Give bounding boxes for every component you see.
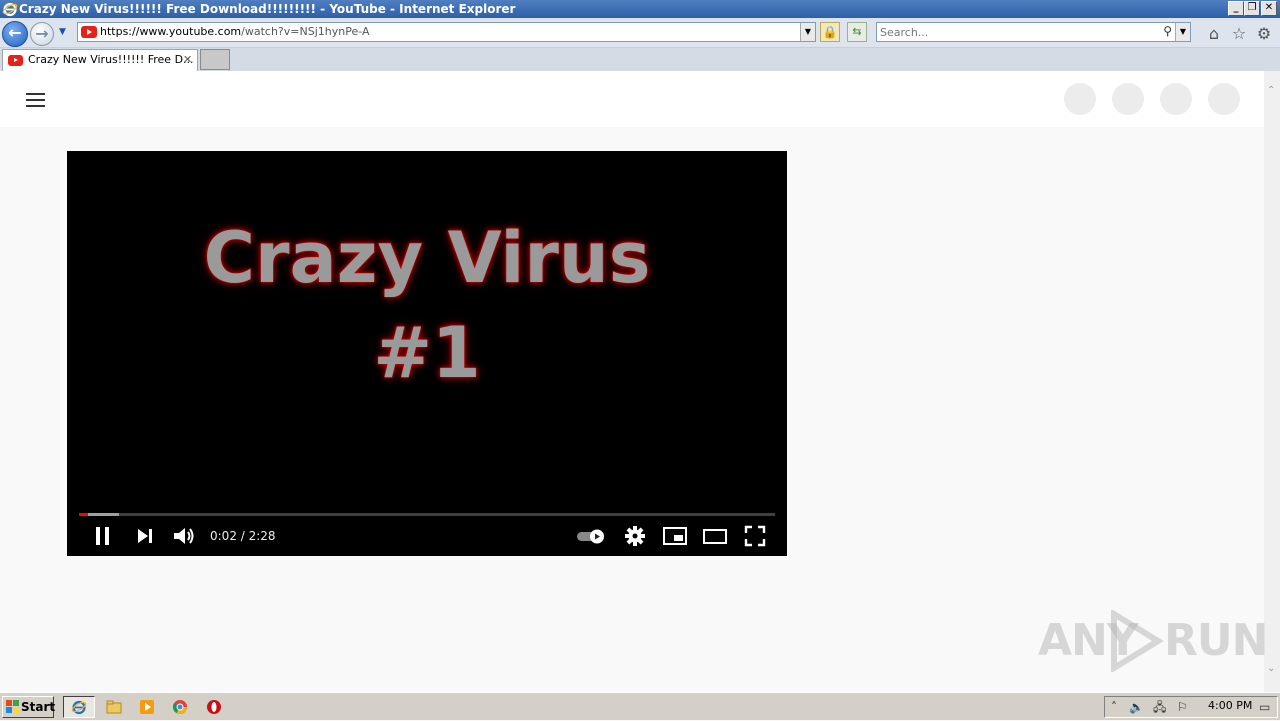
- autoplay-toggle-icon[interactable]: [576, 524, 606, 548]
- start-button[interactable]: Start: [2, 696, 56, 718]
- close-window-button[interactable]: ✕: [1261, 1, 1277, 16]
- masthead-button-placeholder[interactable]: [1208, 83, 1240, 115]
- search-icon[interactable]: ⚲: [1163, 24, 1172, 38]
- forward-button[interactable]: →: [30, 22, 54, 46]
- search-box[interactable]: ⚲ ▼: [876, 22, 1191, 42]
- volume-tray-icon[interactable]: 🔈: [1129, 699, 1144, 715]
- masthead-button-placeholder[interactable]: [1112, 83, 1144, 115]
- url-path: /watch?v=NSj1hynPe-A: [241, 25, 370, 38]
- tab-title: Crazy New Virus!!!!!! Free D...: [28, 53, 194, 66]
- watermark-text-right: RUN: [1164, 615, 1268, 666]
- video-time-display: 0:02 / 2:28: [210, 529, 276, 543]
- miniplayer-icon[interactable]: [662, 524, 688, 548]
- guide-menu-icon[interactable]: [26, 93, 46, 107]
- minimize-button[interactable]: _: [1228, 1, 1244, 16]
- fullscreen-icon[interactable]: [743, 524, 767, 548]
- video-player[interactable]: Crazy Virus #1 0:02 / 2:28: [67, 151, 787, 556]
- pause-icon[interactable]: [91, 524, 115, 548]
- action-center-flag-icon[interactable]: ⚐: [1177, 699, 1188, 715]
- back-arrow-icon: ←: [8, 23, 22, 42]
- tab-youtube[interactable]: Crazy New Virus!!!!!! Free D... ✕: [2, 49, 198, 71]
- play-logo-icon: [1111, 610, 1164, 672]
- windows-taskbar: Start ˄ 🔈 🖧 ⚐ ▭ 4:00 PM: [0, 692, 1280, 720]
- taskbar-clock[interactable]: 4:00 PM: [1208, 699, 1252, 713]
- address-bar[interactable]: https://www.youtube.com/watch?v=NSj1hynP…: [77, 22, 816, 42]
- internet-explorer-icon: [71, 700, 87, 715]
- home-icon[interactable]: ⌂: [1204, 24, 1224, 44]
- compatibility-refresh-icon[interactable]: ⇆: [847, 22, 867, 42]
- next-video-icon[interactable]: [133, 524, 157, 548]
- address-url[interactable]: https://www.youtube.com/watch?v=NSj1hynP…: [100, 25, 369, 39]
- masthead-button-placeholder[interactable]: [1064, 83, 1096, 115]
- security-lock-icon[interactable]: 🔒: [820, 22, 840, 42]
- url-scheme: https://: [100, 25, 140, 38]
- tab-bar: Crazy New Virus!!!!!! Free D... ✕: [0, 48, 1280, 71]
- restore-button[interactable]: ❐: [1244, 1, 1260, 16]
- chrome-icon[interactable]: [166, 696, 194, 718]
- new-tab-button[interactable]: [200, 49, 230, 70]
- volume-icon[interactable]: [171, 524, 197, 548]
- video-overlay-title: Crazy Virus: [203, 217, 651, 299]
- youtube-favicon-icon: [81, 26, 97, 38]
- show-desktop-icon[interactable]: ▭: [1259, 699, 1270, 715]
- favorites-star-icon[interactable]: ☆: [1229, 24, 1249, 44]
- masthead-button-placeholder[interactable]: [1160, 83, 1192, 115]
- network-tray-icon[interactable]: 🖧: [1153, 699, 1166, 715]
- search-dropdown-icon[interactable]: ▼: [1175, 23, 1190, 41]
- address-dropdown-icon[interactable]: ▼: [800, 23, 815, 41]
- start-label: Start: [21, 700, 56, 714]
- taskbar-internet-explorer[interactable]: [63, 696, 95, 718]
- scroll-up-icon[interactable]: ⌃: [1267, 85, 1275, 96]
- video-progress-bar[interactable]: [79, 513, 775, 516]
- anyrun-watermark: ANY RUN: [1038, 610, 1268, 672]
- opera-icon[interactable]: [200, 696, 228, 718]
- window-titlebar: Crazy New Virus!!!!!! Free Download!!!!!…: [0, 0, 1280, 18]
- scroll-down-icon[interactable]: ⌄: [1267, 663, 1275, 674]
- page-scrollbar[interactable]: ⌃ ⌄: [1264, 71, 1280, 692]
- forward-arrow-icon: →: [35, 24, 49, 43]
- tab-close-icon[interactable]: ✕: [183, 53, 192, 67]
- navigation-bar: ← → ▼ https://www.youtube.com/watch?v=NS…: [0, 18, 1280, 48]
- history-dropdown-icon[interactable]: ▼: [59, 27, 66, 37]
- video-overlay-number: #1: [373, 312, 481, 394]
- window-title: Crazy New Virus!!!!!! Free Download!!!!!…: [19, 2, 516, 16]
- youtube-favicon-icon: [8, 55, 23, 66]
- theater-mode-icon[interactable]: [702, 524, 728, 548]
- search-input[interactable]: [880, 24, 1150, 40]
- back-button[interactable]: ←: [2, 21, 28, 47]
- media-player-icon[interactable]: [133, 696, 161, 718]
- youtube-masthead: [0, 71, 1264, 127]
- show-hidden-icons-icon[interactable]: ˄: [1111, 699, 1117, 715]
- internet-explorer-icon: [2, 2, 18, 17]
- player-settings-icon[interactable]: [623, 524, 647, 548]
- windows-flag-icon: [6, 700, 20, 718]
- settings-gear-icon[interactable]: ⚙: [1254, 24, 1274, 44]
- video-played-bar: [79, 513, 89, 516]
- file-explorer-icon[interactable]: [100, 696, 128, 718]
- url-host: www.youtube.com: [139, 25, 242, 38]
